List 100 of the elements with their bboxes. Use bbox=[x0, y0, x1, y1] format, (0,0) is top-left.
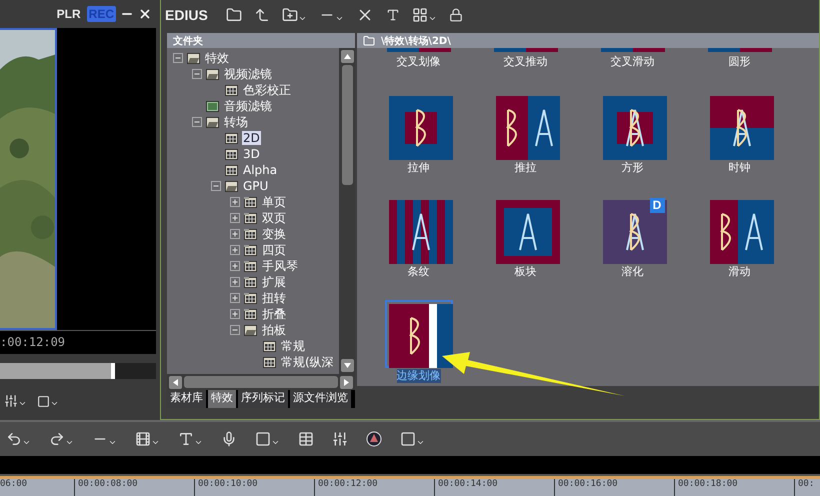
effect-label[interactable]: 板块 bbox=[514, 265, 536, 279]
collapse-icon[interactable] bbox=[230, 325, 240, 335]
folder-icon bbox=[224, 163, 239, 177]
collapse-icon[interactable] bbox=[173, 53, 183, 63]
microphone-icon[interactable] bbox=[221, 431, 237, 447]
scroll-up-button[interactable] bbox=[340, 50, 354, 63]
folder-icon bbox=[224, 83, 239, 97]
panel-tab[interactable]: 源文件浏览 bbox=[290, 390, 351, 408]
split-icon[interactable] bbox=[4, 394, 27, 408]
expand-icon[interactable] bbox=[230, 197, 240, 207]
effect-thumbnail[interactable] bbox=[384, 300, 452, 368]
undo-icon[interactable] bbox=[6, 431, 31, 447]
transition-icon bbox=[710, 96, 774, 160]
effect-label[interactable]: 溶化 bbox=[622, 265, 644, 279]
tree-item[interactable]: 3D bbox=[242, 147, 261, 161]
scroll-down-button[interactable] bbox=[340, 359, 354, 372]
transition-icon[interactable] bbox=[135, 431, 160, 447]
folder-icon bbox=[224, 131, 239, 145]
effect-label[interactable]: 推拉 bbox=[514, 161, 536, 175]
tree-item[interactable]: 单页 bbox=[261, 194, 287, 210]
tree-item[interactable]: 折叠 bbox=[261, 306, 287, 322]
panel-tab[interactable]: 素材库 bbox=[167, 390, 206, 408]
title-icon[interactable] bbox=[178, 431, 203, 447]
expand-icon[interactable] bbox=[230, 309, 240, 319]
tree-item[interactable]: 视频滤镜 bbox=[223, 66, 273, 82]
time-label: 00:00:12:00 bbox=[314, 479, 434, 496]
tree-item[interactable]: 特效 bbox=[204, 50, 230, 66]
tree-item[interactable]: 常规 bbox=[280, 338, 306, 354]
time-label: 00:00:10:00 bbox=[194, 479, 314, 496]
effect-label[interactable]: 方形 bbox=[622, 161, 644, 175]
effect-label[interactable]: 交叉滑动 bbox=[610, 55, 654, 69]
expand-icon[interactable] bbox=[230, 213, 240, 223]
transition-icon bbox=[494, 48, 558, 52]
folder-icon bbox=[363, 34, 375, 46]
tree-item[interactable]: GPU bbox=[242, 179, 270, 193]
window-icon[interactable] bbox=[400, 431, 425, 447]
tree-item[interactable]: 转场 bbox=[223, 114, 249, 130]
scrollbar-thumb[interactable] bbox=[342, 65, 352, 185]
redo-icon[interactable] bbox=[49, 431, 74, 447]
collapse-icon[interactable] bbox=[192, 69, 202, 79]
effect-label[interactable]: 滑动 bbox=[728, 265, 750, 279]
time-label: 00:00:18:00 bbox=[674, 479, 794, 496]
folder-icon bbox=[243, 243, 258, 257]
scrub-bar[interactable] bbox=[0, 363, 156, 379]
effect-thumbnail[interactable]: D bbox=[598, 196, 666, 264]
effect-label[interactable]: 条纹 bbox=[408, 265, 430, 279]
effect-label[interactable]: 交叉划像 bbox=[396, 55, 440, 69]
tree-item[interactable]: Alpha bbox=[242, 163, 278, 177]
tree-item[interactable]: 色彩校正 bbox=[242, 82, 292, 98]
effect-label[interactable]: 拉伸 bbox=[408, 161, 430, 175]
expand-icon[interactable] bbox=[230, 261, 240, 271]
effect-label[interactable]: 边缘划像 bbox=[396, 369, 440, 383]
expand-icon[interactable] bbox=[230, 277, 240, 287]
effect-label[interactable]: 交叉推动 bbox=[504, 55, 548, 69]
up-icon[interactable] bbox=[254, 7, 270, 23]
horizontal-scrollbar[interactable] bbox=[167, 374, 355, 390]
folder-icon[interactable] bbox=[226, 7, 242, 23]
panel-tab[interactable]: 特效 bbox=[208, 390, 236, 408]
table-icon[interactable] bbox=[298, 431, 314, 447]
folder-icon bbox=[243, 275, 258, 289]
folder-icon bbox=[243, 259, 258, 273]
view-icon[interactable] bbox=[412, 7, 437, 23]
tree-item[interactable]: 拍板 bbox=[261, 322, 287, 338]
time-label: 00:00:08:00 bbox=[74, 479, 194, 496]
tree-item[interactable]: 四页 bbox=[261, 242, 287, 258]
folder-icon bbox=[243, 195, 258, 209]
color-wheel-icon[interactable] bbox=[366, 431, 382, 447]
collapse-icon[interactable] bbox=[211, 181, 221, 191]
vertical-scrollbar[interactable] bbox=[339, 48, 355, 374]
new-folder-icon[interactable] bbox=[282, 7, 307, 23]
expand-icon[interactable] bbox=[230, 229, 240, 239]
effect-label[interactable]: 时钟 bbox=[728, 161, 750, 175]
tree-item[interactable]: 扭转 bbox=[261, 290, 287, 306]
transition-icon bbox=[388, 304, 452, 368]
tree-item[interactable]: 手风琴 bbox=[261, 258, 299, 274]
expand-icon[interactable] bbox=[230, 245, 240, 255]
expand-icon[interactable] bbox=[230, 293, 240, 303]
mode-tab[interactable]: PLR bbox=[54, 6, 83, 22]
scrollbar-thumb[interactable] bbox=[184, 376, 338, 388]
time-label: 06:00 bbox=[0, 479, 28, 491]
folder-icon bbox=[224, 147, 239, 161]
effect-label[interactable]: 圆形 bbox=[728, 55, 750, 69]
tree-item[interactable]: 扩展 bbox=[261, 274, 287, 290]
collapse-icon[interactable] bbox=[192, 117, 202, 127]
tree-item[interactable]: 2D bbox=[242, 131, 261, 145]
lock-icon[interactable] bbox=[448, 8, 463, 22]
scroll-left-button[interactable] bbox=[169, 376, 182, 389]
folder-icon bbox=[262, 355, 277, 369]
folder-icon bbox=[262, 339, 277, 353]
folder-icon bbox=[224, 179, 239, 193]
tree-item[interactable]: 双页 bbox=[261, 210, 287, 226]
tree-item[interactable]: 音频滤镜 bbox=[223, 98, 273, 114]
folder-icon bbox=[243, 227, 258, 241]
close-icon[interactable] bbox=[138, 7, 152, 21]
panel-tab[interactable]: 序列标记 bbox=[238, 390, 288, 408]
time-label: 00:00:14:00 bbox=[434, 479, 554, 496]
tree-item[interactable]: 变换 bbox=[261, 226, 287, 242]
scroll-right-button[interactable] bbox=[340, 376, 353, 389]
mixer-icon[interactable] bbox=[332, 431, 348, 447]
tree-item[interactable]: 常规(纵深 bbox=[280, 354, 335, 370]
